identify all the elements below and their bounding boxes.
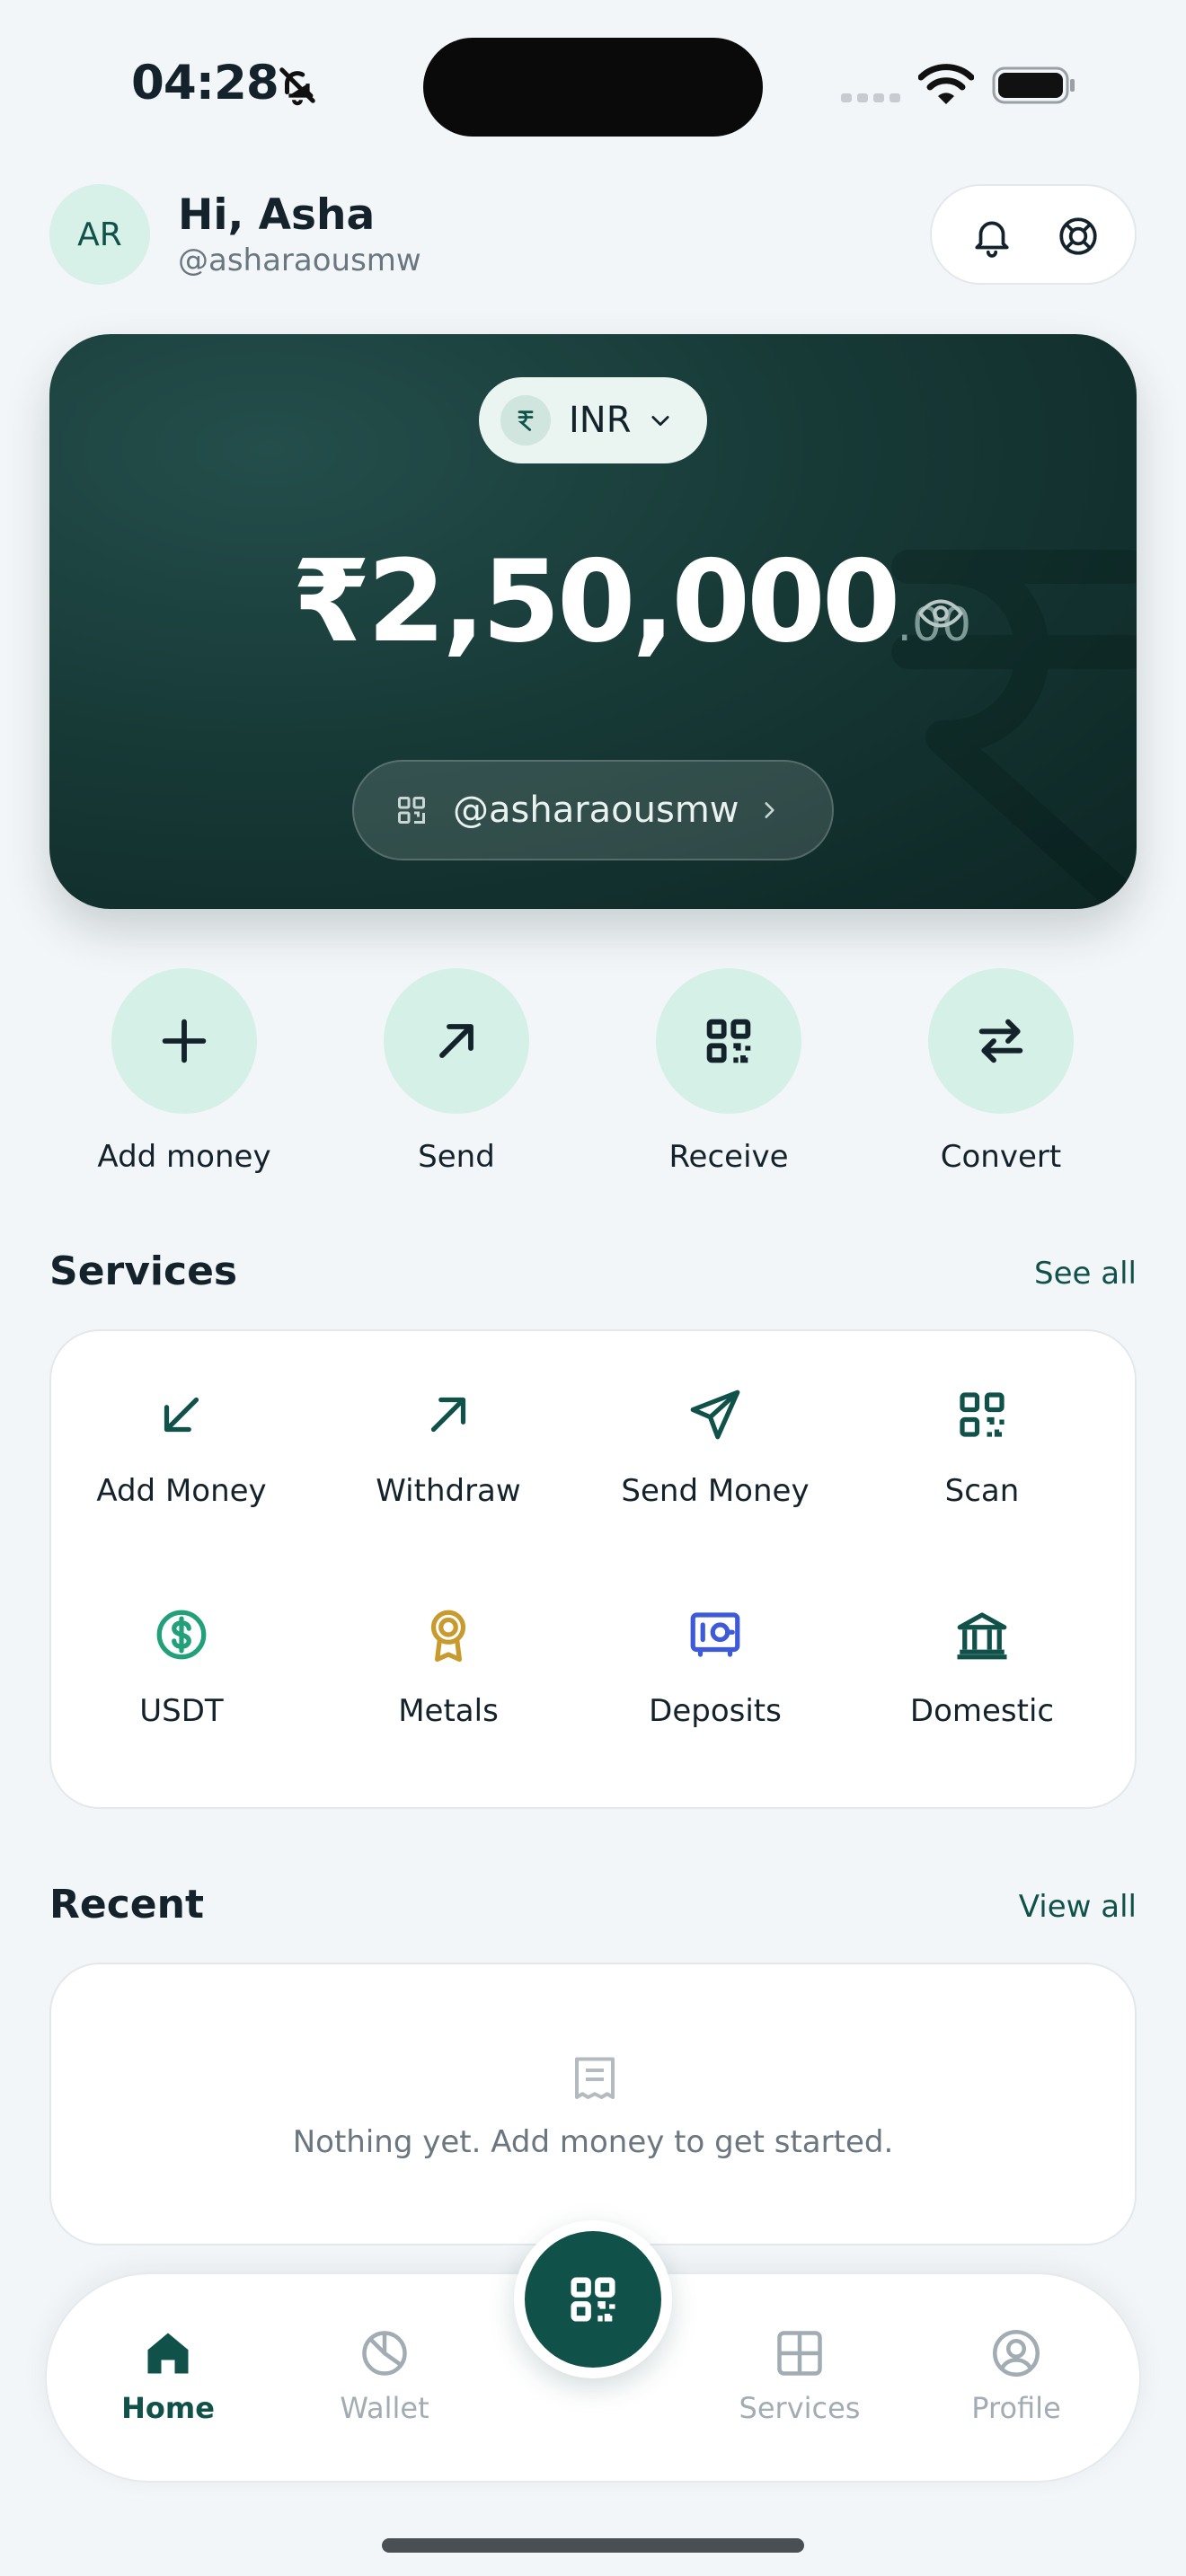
qr-code-icon	[706, 1019, 751, 1063]
nav-label: Home	[121, 2391, 215, 2425]
bank-icon	[957, 1612, 1007, 1660]
service-metals[interactable]: Metals	[318, 1605, 579, 1729]
currency-selector[interactable]: INR	[479, 377, 707, 463]
service-withdraw[interactable]: Withdraw	[318, 1385, 579, 1509]
quick-action-add-money[interactable]: Add money	[94, 968, 274, 1175]
user-handle: @asharaousmw	[178, 243, 421, 278]
user-circle-icon	[993, 2330, 1040, 2377]
qr-scan-icon	[571, 2277, 615, 2322]
bell-icon[interactable]	[969, 214, 1014, 259]
status-time: 04:28	[131, 56, 279, 110]
quick-action-label: Send	[418, 1139, 495, 1175]
nav-label: Profile	[971, 2391, 1061, 2425]
service-label: Add Money	[96, 1473, 267, 1509]
currency-label: INR	[569, 400, 632, 441]
service-label: Scan	[944, 1473, 1020, 1509]
services-panel: Add Money Withdraw Send Money Scan USDT …	[49, 1329, 1137, 1809]
qr-code-icon	[398, 797, 425, 824]
dollar-coin-icon	[156, 1610, 207, 1660]
arrow-up-right-icon	[430, 1397, 466, 1433]
header-actions	[930, 184, 1137, 285]
recent-empty-message: Nothing yet. Add money to get started.	[292, 2124, 894, 2160]
arrow-up-right-icon	[439, 1024, 474, 1058]
service-label: Send Money	[621, 1473, 810, 1509]
plus-icon	[162, 1019, 207, 1063]
service-label: Domestic	[909, 1693, 1055, 1729]
service-usdt[interactable]: USDT	[51, 1605, 312, 1729]
service-domestic[interactable]: Domestic	[852, 1605, 1112, 1729]
service-label: Withdraw	[376, 1473, 521, 1509]
receipt-icon	[575, 2057, 615, 2099]
greeting-title: Hi, Asha	[178, 190, 376, 240]
pie-chart-icon	[362, 2331, 407, 2376]
service-label: Deposits	[649, 1693, 782, 1729]
chevron-right-icon	[764, 802, 774, 818]
quick-action-label: Receive	[668, 1139, 789, 1175]
quick-action-label: Convert	[940, 1139, 1062, 1175]
service-add-money[interactable]: Add Money	[51, 1385, 312, 1509]
service-deposits[interactable]: Deposits	[585, 1605, 845, 1729]
rupee-icon	[500, 395, 551, 446]
nav-label: Services	[739, 2391, 861, 2425]
nav-services[interactable]: Services	[719, 2326, 881, 2425]
view-all-link[interactable]: View all	[1019, 1889, 1137, 1925]
recent-title: Recent	[49, 1882, 205, 1928]
home-icon	[147, 2333, 189, 2374]
qr-scan-icon	[960, 1392, 1005, 1437]
services-title: Services	[49, 1248, 238, 1294]
recent-panel: Nothing yet. Add money to get started.	[49, 1963, 1137, 2245]
swap-arrows-icon	[978, 1019, 1023, 1063]
arrow-down-left-icon	[164, 1397, 199, 1433]
service-scan[interactable]: Scan	[852, 1385, 1112, 1509]
nav-home[interactable]: Home	[87, 2326, 249, 2425]
service-send-money[interactable]: Send Money	[585, 1385, 845, 1509]
quick-action-send[interactable]: Send	[367, 968, 546, 1175]
home-indicator[interactable]	[382, 2538, 804, 2553]
quick-action-label: Add money	[97, 1139, 271, 1175]
service-label: Metals	[398, 1693, 499, 1729]
signal-dots-icon	[841, 93, 900, 102]
balance-main: ₹2,50,000	[292, 535, 900, 667]
medal-icon	[430, 1610, 466, 1663]
battery-icon	[992, 66, 1075, 104]
chevron-down-icon	[651, 416, 669, 427]
nav-profile[interactable]: Profile	[935, 2326, 1097, 2425]
handle-pill-label: @asharaousmw	[453, 790, 739, 831]
service-label: USDT	[139, 1693, 224, 1729]
see-all-link[interactable]: See all	[1034, 1256, 1137, 1292]
eye-icon[interactable]	[916, 589, 965, 638]
balance-amount: ₹2,50,000.00	[292, 535, 971, 667]
paper-plane-icon	[690, 1389, 740, 1440]
grid-icon	[777, 2331, 822, 2376]
quick-action-receive[interactable]: Receive	[639, 968, 819, 1175]
nav-label: Wallet	[340, 2391, 429, 2425]
dynamic-island	[423, 38, 763, 137]
balance-card: INR ₹2,50,000.00 @asharaousmw	[49, 334, 1137, 909]
wifi-icon	[918, 64, 974, 104]
safe-icon	[690, 1612, 740, 1657]
nav-wallet[interactable]: Wallet	[304, 2326, 465, 2425]
scan-fab-button[interactable]	[514, 2220, 672, 2378]
quick-action-convert[interactable]: Convert	[911, 968, 1091, 1175]
handle-pill[interactable]: @asharaousmw	[352, 760, 834, 860]
support-lifebuoy-icon[interactable]	[1056, 214, 1101, 259]
bell-muted-icon	[279, 67, 315, 106]
avatar[interactable]: AR	[49, 184, 150, 285]
